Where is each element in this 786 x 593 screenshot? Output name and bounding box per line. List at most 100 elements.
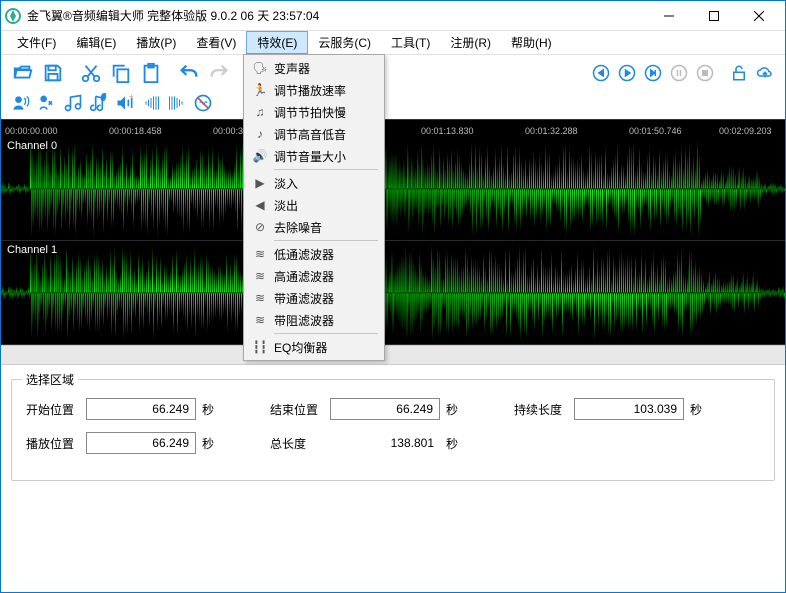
ruler-tick: 00:01:32.288 xyxy=(525,126,578,136)
fade-in-icon[interactable] xyxy=(139,91,163,115)
music-icon: ♫ xyxy=(250,105,270,119)
app-icon xyxy=(5,8,21,24)
unit-sec: 秒 xyxy=(446,435,466,452)
unlock-icon[interactable] xyxy=(727,61,751,85)
redo-button[interactable] xyxy=(205,59,233,87)
eq-icon: ┇┇ xyxy=(250,340,270,354)
dd-voice-changer[interactable]: 🗣变声器 xyxy=(246,57,382,79)
save-button[interactable] xyxy=(39,59,67,87)
ruler-tick: 00:02:09.203 xyxy=(719,126,772,136)
svg-text:♯: ♯ xyxy=(102,93,106,102)
tts-icon[interactable] xyxy=(9,91,33,115)
svg-text:+: + xyxy=(129,93,134,101)
menu-register[interactable]: 注册(R) xyxy=(440,31,501,54)
dd-pitch[interactable]: ♪调节高音低音 xyxy=(246,123,382,145)
region-panel: 选择区域 开始位置 秒 结束位置 秒 持续长度 秒 播放位置 秒 总长度 138… xyxy=(11,379,775,481)
menu-file[interactable]: 文件(F) xyxy=(7,31,66,54)
pitch-note-icon: ♪ xyxy=(250,127,270,141)
effect-dropdown: 🗣变声器 🏃调节播放速率 ♫调节节拍快慢 ♪调节高音低音 🔊调节音量大小 ▶淡入… xyxy=(243,54,385,361)
total-len-label: 总长度 xyxy=(270,435,324,452)
runner-icon: 🏃 xyxy=(250,83,270,97)
menu-play[interactable]: 播放(P) xyxy=(126,31,186,54)
ruler-tick: 00:00:18.458 xyxy=(109,126,162,136)
dd-highpass[interactable]: ≋高通滤波器 xyxy=(246,265,382,287)
dd-separator xyxy=(274,240,378,241)
maximize-button[interactable] xyxy=(691,1,736,30)
denoise-dd-icon: ⊘ xyxy=(250,220,270,234)
menu-tool[interactable]: 工具(T) xyxy=(381,31,440,54)
unit-sec: 秒 xyxy=(202,435,222,452)
end-pos-input[interactable] xyxy=(330,398,440,420)
time-ruler[interactable]: 00:00:00.000 00:00:18.458 00:00:36.915 0… xyxy=(1,119,785,137)
menu-edit[interactable]: 编辑(E) xyxy=(66,31,126,54)
person-wave-icon: 🗣 xyxy=(250,61,270,75)
waveform-1 xyxy=(1,241,785,345)
channel-1[interactable]: Channel 1 xyxy=(1,241,785,345)
unit-sec: 秒 xyxy=(690,401,710,418)
denoise-icon[interactable] xyxy=(191,91,215,115)
channel-0-label: Channel 0 xyxy=(7,140,57,152)
play-pos-input[interactable] xyxy=(86,432,196,454)
start-pos-input[interactable] xyxy=(86,398,196,420)
music-note-icon[interactable] xyxy=(61,91,85,115)
dd-fade-in[interactable]: ▶淡入 xyxy=(246,172,382,194)
cloud-upload-icon[interactable] xyxy=(753,61,777,85)
dd-separator xyxy=(274,169,378,170)
copy-button[interactable] xyxy=(107,59,135,87)
end-pos-label: 结束位置 xyxy=(270,401,324,418)
ruler-tick: 00:01:50.746 xyxy=(629,126,682,136)
region-legend: 选择区域 xyxy=(22,371,78,388)
skip-back-button[interactable] xyxy=(589,61,613,85)
timeline[interactable] xyxy=(1,345,785,365)
pitch-icon[interactable]: ♯ xyxy=(87,91,111,115)
total-len-value: 138.801 xyxy=(330,434,440,452)
speed-icon[interactable] xyxy=(35,91,59,115)
filter-icon: ≋ xyxy=(250,291,270,305)
menu-cloud[interactable]: 云服务(C) xyxy=(308,31,381,54)
dd-volume[interactable]: 🔊调节音量大小 xyxy=(246,145,382,167)
menubar: 文件(F) 编辑(E) 播放(P) 查看(V) 特效(E) 云服务(C) 工具(… xyxy=(1,31,785,55)
unit-sec: 秒 xyxy=(202,401,222,418)
menu-effect[interactable]: 特效(E) xyxy=(246,31,308,54)
start-pos-label: 开始位置 xyxy=(26,401,80,418)
filter-icon: ≋ xyxy=(250,313,270,327)
stop-button[interactable] xyxy=(693,61,717,85)
toolbar: ♯ + xyxy=(1,55,785,119)
dd-eq[interactable]: ┇┇EQ均衡器 xyxy=(246,336,382,358)
dd-tempo[interactable]: ♫调节节拍快慢 xyxy=(246,101,382,123)
minimize-button[interactable] xyxy=(646,1,691,30)
fadein-icon: ▶ xyxy=(250,176,270,190)
unit-sec: 秒 xyxy=(446,401,466,418)
undo-button[interactable] xyxy=(175,59,203,87)
dd-fade-out[interactable]: ◀淡出 xyxy=(246,194,382,216)
ruler-tick: 00:01:13.830 xyxy=(421,126,474,136)
dd-lowpass[interactable]: ≋低通滤波器 xyxy=(246,243,382,265)
fadeout-icon: ◀ xyxy=(250,198,270,212)
menu-help[interactable]: 帮助(H) xyxy=(501,31,562,54)
dd-denoise[interactable]: ⊘去除噪音 xyxy=(246,216,382,238)
open-button[interactable] xyxy=(9,59,37,87)
paste-button[interactable] xyxy=(137,59,165,87)
duration-input[interactable] xyxy=(574,398,684,420)
dd-bandstop[interactable]: ≋带阻滤波器 xyxy=(246,309,382,331)
volume-up-icon[interactable]: + xyxy=(113,91,137,115)
close-button[interactable] xyxy=(736,1,781,30)
fade-out-icon[interactable] xyxy=(165,91,189,115)
ruler-tick: 00:00:00.000 xyxy=(5,126,58,136)
play-loop-button[interactable] xyxy=(641,61,665,85)
duration-label: 持续长度 xyxy=(514,401,568,418)
channel-0[interactable]: Channel 0 xyxy=(1,137,785,241)
titlebar: 金飞翼®音频编辑大师 完整体验版 9.0.2 06 天 23:57:04 xyxy=(1,1,785,31)
menu-view[interactable]: 查看(V) xyxy=(186,31,246,54)
dd-play-speed[interactable]: 🏃调节播放速率 xyxy=(246,79,382,101)
dd-bandpass[interactable]: ≋带通滤波器 xyxy=(246,287,382,309)
play-button[interactable] xyxy=(615,61,639,85)
waveform-area[interactable]: Channel 0 Channel 1 xyxy=(1,137,785,345)
cut-button[interactable] xyxy=(77,59,105,87)
window-title: 金飞翼®音频编辑大师 完整体验版 9.0.2 06 天 23:57:04 xyxy=(27,7,646,24)
play-pos-label: 播放位置 xyxy=(26,435,80,452)
channel-1-label: Channel 1 xyxy=(7,244,57,256)
waveform-0 xyxy=(1,137,785,241)
pause-button[interactable] xyxy=(667,61,691,85)
filter-icon: ≋ xyxy=(250,269,270,283)
